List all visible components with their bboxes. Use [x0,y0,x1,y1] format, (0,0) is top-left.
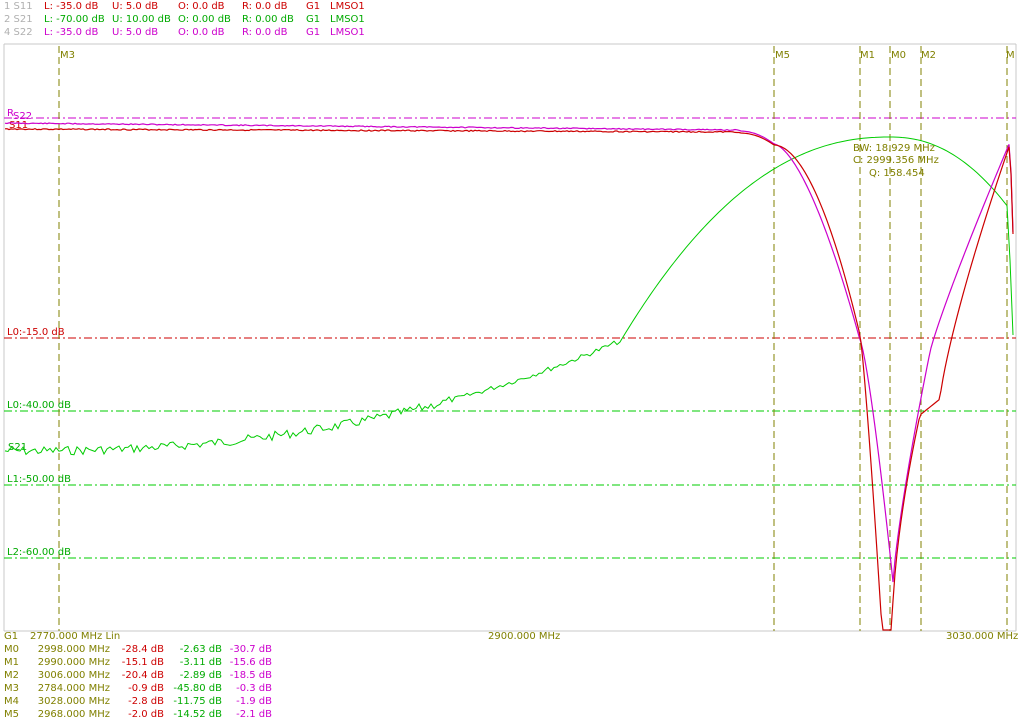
marker-label-m0: M0 [891,50,906,61]
marker-s11: -0.9 dB [128,683,164,694]
marker-label-m1: M1 [860,50,875,61]
marker-freq: 2998.000 MHz [37,644,110,655]
marker-s22: -30.7 dB [229,644,272,655]
marker-label-m3: M3 [60,50,75,61]
axis-stop: 3030.000 MHz [946,631,1019,642]
bw-readout-bw: BW: 18.929 MHz [853,143,935,154]
limit-label-s21-l0: L0:-40.00 dB [7,400,71,411]
marker-label-m4: M [1006,50,1015,61]
marker-s21: -45.80 dB [173,683,222,694]
limit-label-s21-l2: L2:-60.00 dB [7,547,71,558]
axis-center: 2900.000 MHz [488,631,561,642]
limit-label-s21-l1: L1:-50.00 dB [7,474,71,485]
bw-readout-q: Q: 158.454 [869,168,925,179]
marker-s11: -15.1 dB [121,657,164,668]
measurement-plot[interactable]: M3 M5 M1 M0 M2 M R S22 S11 S21 L0:-15.0 … [0,0,1020,632]
trace-s11-curve [4,127,1014,631]
marker-table: G1 2770.000 MHz Lin 2900.000 MHz 3030.00… [0,630,1020,726]
bw-readout-center: C: 2999.356 MHz [853,155,939,166]
axis-group: G1 [4,631,19,642]
axis-start: 2770.000 MHz Lin [30,631,121,642]
marker-s21: -2.63 dB [179,644,222,655]
marker-s11: -28.4 dB [121,644,164,655]
marker-s21: -11.75 dB [173,696,222,707]
marker-row-m2[interactable]: M2 3006.000 MHz -20.4 dB -2.89 dB -18.5 dB [0,669,1020,682]
marker-s11: -2.0 dB [128,709,164,720]
marker-freq: 2968.000 MHz [37,709,110,720]
frequency-axis-row: G1 2770.000 MHz Lin 2900.000 MHz 3030.00… [0,630,1020,643]
marker-s22: -18.5 dB [229,670,272,681]
marker-freq: 3028.000 MHz [37,696,110,707]
marker-freq: 2990.000 MHz [37,657,110,668]
limit-label-s11-l0: L0:-15.0 dB [7,327,65,338]
trace-s21-curve [4,136,1014,456]
marker-label-m5: M5 [775,50,790,61]
marker-s22: -2.1 dB [236,709,272,720]
marker-label-m2: M2 [921,50,936,61]
marker-row-m5[interactable]: M5 2968.000 MHz -2.0 dB -14.52 dB -2.1 dB [0,708,1020,721]
marker-s22: -0.3 dB [236,683,272,694]
marker-s22: -15.6 dB [229,657,272,668]
marker-s21: -2.89 dB [179,670,222,681]
marker-row-m0[interactable]: M0 2998.000 MHz -28.4 dB -2.63 dB -30.7 dB [0,643,1020,656]
marker-s11: -2.8 dB [128,696,164,707]
marker-freq: 2784.000 MHz [37,683,110,694]
marker-freq: 3006.000 MHz [37,670,110,681]
marker-row-m3[interactable]: M3 2784.000 MHz -0.9 dB -45.80 dB -0.3 dB [0,682,1020,695]
marker-row-m4[interactable]: M4 3028.000 MHz -2.8 dB -11.75 dB -1.9 dB [0,695,1020,708]
marker-s11: -20.4 dB [121,670,164,681]
marker-s21: -3.11 dB [179,657,222,668]
marker-row-m1[interactable]: M1 2990.000 MHz -15.1 dB -3.11 dB -15.6 dB [0,656,1020,669]
marker-s22: -1.9 dB [236,696,272,707]
marker-s21: -14.52 dB [173,709,222,720]
